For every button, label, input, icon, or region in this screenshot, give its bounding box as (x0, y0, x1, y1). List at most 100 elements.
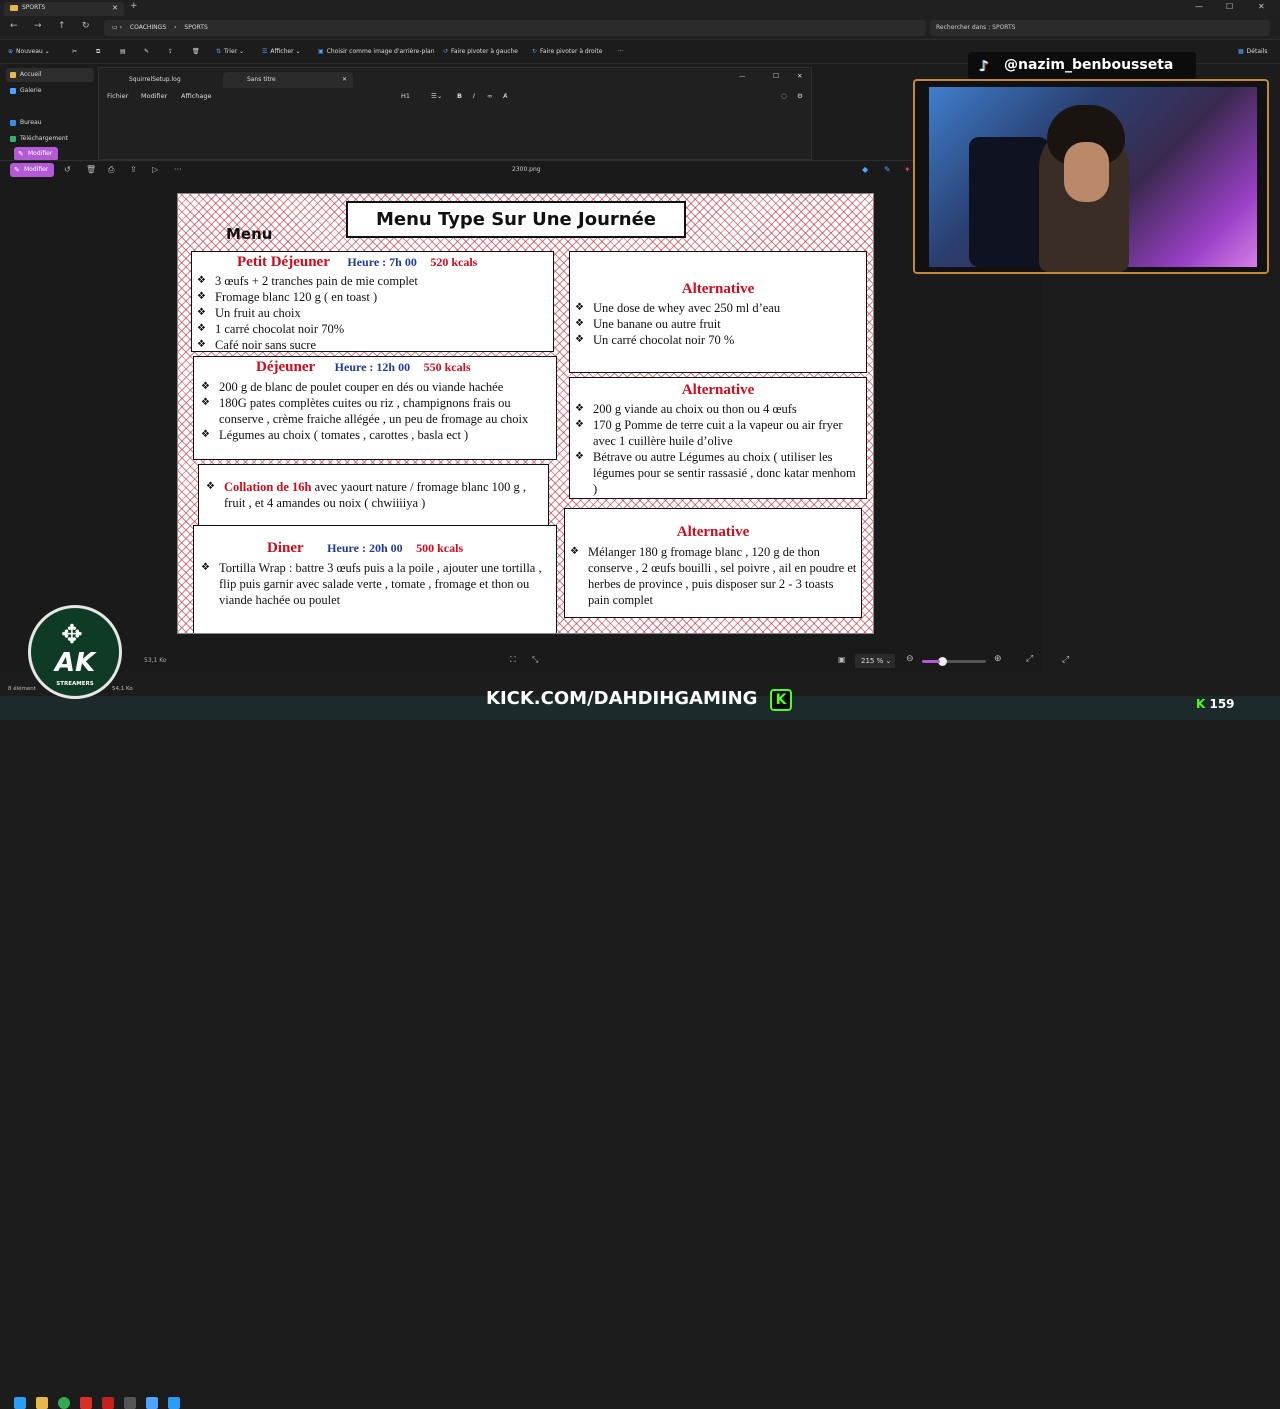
notepad-window: SquirrelSetup.log Sans titre ✕ Fichier Mo… (98, 67, 812, 160)
details-button[interactable]: ▦ Détails (1238, 46, 1267, 58)
maximize-button[interactable]: ☐ (1226, 2, 1233, 11)
zoom-in-icon[interactable]: ⊕ (994, 654, 1002, 664)
address-bar: ← → ↑ ↻ ▭ › COACHINGS › SPORTS Recherche… (0, 16, 1280, 40)
logo-text: AK (54, 648, 96, 678)
list-item: 200 g viande au choix ou thon ou 4 œufs (570, 401, 862, 417)
delete-icon[interactable]: 🗑 (86, 165, 96, 174)
rotate-icon[interactable]: ↺ (64, 165, 71, 174)
close-tab-icon[interactable]: ✕ (342, 72, 347, 88)
new-tab-button[interactable]: + (130, 1, 138, 11)
heading-dropdown[interactable]: H1 (401, 92, 410, 100)
file-name: 2300.png (512, 166, 541, 173)
new-button[interactable]: ⊕ Nouveau ⌄ (8, 46, 50, 58)
zoom-level[interactable]: 215 % ⌄ (855, 654, 895, 668)
start-icon[interactable] (14, 1397, 26, 1409)
rotate-left-button[interactable]: ↺ Faire pivoter à gauche (443, 46, 518, 58)
bold-icon[interactable]: B (457, 92, 462, 100)
link-icon[interactable]: ∞ (487, 92, 492, 100)
zoom-out-icon[interactable]: ⊖ (906, 654, 914, 664)
app-icon[interactable] (124, 1397, 136, 1409)
title-bar: SPORTS ✕ + — ☐ ✕ (0, 0, 1280, 16)
nav-home[interactable]: Accueil (6, 68, 94, 82)
alternative-title: Alternative (676, 524, 750, 540)
fit-icon[interactable]: ⛶ (510, 655, 516, 665)
slideshow-icon[interactable]: ▷ (152, 165, 158, 174)
account-icon[interactable]: ◌ (781, 92, 787, 100)
menu-file[interactable]: Fichier (107, 92, 128, 100)
nav-gallery[interactable]: Galerie (6, 84, 94, 98)
notepad-icon[interactable] (146, 1397, 158, 1409)
notepad-tab-log[interactable]: SquirrelSetup.log (105, 72, 217, 88)
sort-button[interactable]: ⇅ Trier ⌄ (216, 46, 244, 58)
breadcrumb-coachings[interactable]: COACHINGS (130, 24, 166, 31)
list-item: 170 g Pomme de terre cuit a la vapeur ou… (570, 417, 862, 449)
close-tab-icon[interactable]: ✕ (112, 2, 118, 14)
streamer-face (1064, 142, 1109, 202)
app-icon[interactable] (102, 1397, 114, 1409)
set-background-button[interactable]: ▣ Choisir comme image d'arrière-plan (318, 46, 435, 58)
share-icon[interactable]: ⇪ (130, 165, 137, 174)
lunch-time: Heure : 12h 00 (334, 360, 411, 374)
app-icon[interactable] (80, 1397, 92, 1409)
explorer-edit-button[interactable]: Modifier (14, 147, 58, 161)
photos-icon[interactable] (168, 1397, 180, 1409)
forward-button[interactable]: → (34, 21, 42, 31)
view-button[interactable]: ☰ Afficher ⌄ (262, 46, 301, 58)
copy-icon[interactable]: ⧉ (96, 46, 100, 58)
tiktok-badge: ♪ @nazim_benbousseta (968, 52, 1196, 80)
notepad-close[interactable]: ✕ (797, 72, 802, 80)
viewer-edit-button[interactable]: Modifier (10, 163, 54, 177)
lunch-box: Déjeuner Heure : 12h 00 550 kcals 200 g … (193, 356, 557, 460)
clear-format-icon[interactable]: A̸ (503, 92, 507, 100)
sort-icon: ⇅ (216, 48, 222, 55)
list-icon[interactable]: ☰⌄ (431, 92, 442, 100)
fit-window-icon[interactable]: ▣ (838, 655, 846, 664)
list-item: 1 carré chocolat noir 70% (192, 321, 418, 337)
print-icon[interactable]: ⎙ (108, 165, 114, 175)
nav-downloads[interactable]: Téléchargement (6, 132, 94, 146)
share-icon[interactable]: ⇪ (168, 46, 173, 58)
refresh-button[interactable]: ↻ (82, 21, 90, 31)
more-icon[interactable]: ··· (174, 165, 182, 174)
kick-icon: K (770, 689, 792, 711)
list-item: Légumes au choix ( tomates , carottes , … (196, 427, 554, 443)
notepad-tab-untitled[interactable]: Sans titre ✕ (223, 72, 353, 88)
settings-gear-icon[interactable]: ⚙ (797, 92, 803, 100)
explorer-tab[interactable]: SPORTS ✕ (4, 2, 124, 16)
new-icon: ⊕ (8, 48, 14, 55)
search-input[interactable]: Rechercher dans : SPORTS (930, 20, 1270, 36)
cut-icon[interactable]: ✂ (72, 46, 77, 58)
view-icon: ☰ (262, 48, 268, 55)
minimize-button[interactable]: — (1195, 2, 1203, 11)
breadcrumb[interactable]: ▭ › COACHINGS › SPORTS (104, 20, 926, 36)
paste-icon[interactable]: ▤ (120, 46, 126, 58)
edit-image-icon[interactable]: ✎ (884, 165, 891, 174)
menu-view[interactable]: Affichage (181, 92, 212, 100)
designer-icon[interactable]: ✦ (904, 165, 911, 174)
up-button[interactable]: ↑ (58, 21, 66, 31)
more-icon[interactable]: ··· (618, 46, 624, 58)
desktop-icon (10, 120, 16, 126)
gallery-icon (10, 88, 16, 94)
list-item: Un fruit au choix (192, 305, 418, 321)
copilot-icon[interactable]: ◆ (862, 165, 868, 174)
phoenix-icon: ✥ (61, 620, 83, 650)
delete-icon[interactable]: 🗑 (192, 46, 200, 58)
fullscreen-icon[interactable]: ⤢ (1026, 654, 1033, 664)
notepad-maximize[interactable]: ☐ (773, 72, 779, 80)
breadcrumb-sports[interactable]: SPORTS (184, 24, 207, 31)
back-button[interactable]: ← (10, 21, 18, 31)
rotate-right-button[interactable]: ↻ Faire pivoter à droite (532, 46, 602, 58)
dinner-time: Heure : 20h 00 (327, 541, 403, 555)
logo-subtext: STREAMERS (56, 681, 94, 687)
close-window-button[interactable]: ✕ (1258, 2, 1265, 11)
notepad-minimize[interactable]: — (739, 72, 746, 80)
expand-icon[interactable]: ⤢ (1062, 655, 1069, 665)
actual-size-icon[interactable]: ⤡ (532, 655, 538, 665)
italic-icon[interactable]: I (473, 92, 475, 100)
chrome-icon[interactable] (58, 1397, 70, 1409)
nav-desktop[interactable]: Bureau (6, 116, 94, 130)
menu-edit[interactable]: Modifier (141, 92, 167, 100)
rename-icon[interactable]: ✎ (144, 46, 149, 58)
explorer-icon[interactable] (36, 1397, 48, 1409)
